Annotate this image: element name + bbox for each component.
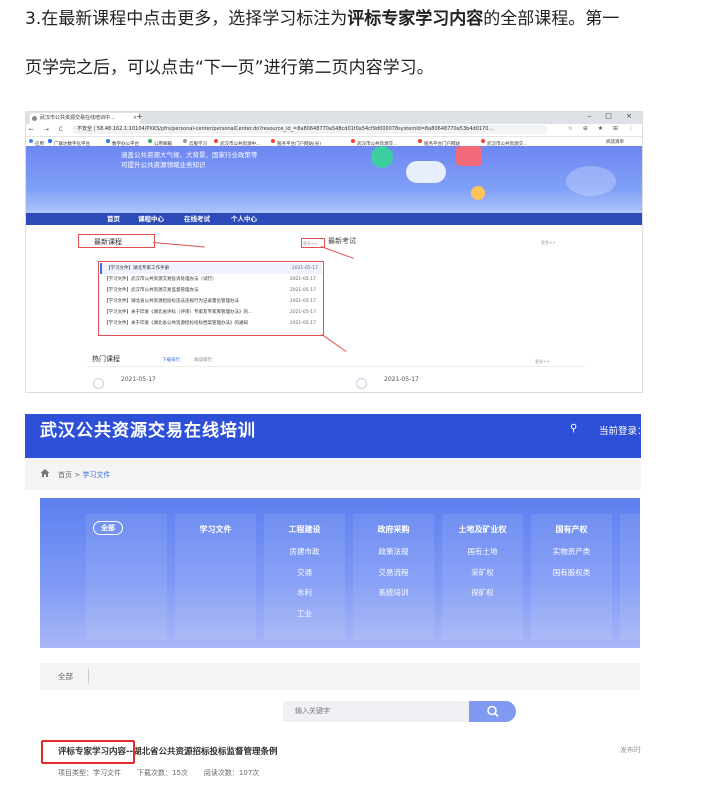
category-panel: 学习文件 工程建设 房建市政 交通 水利 工业 政府采购 政策法规 交易流程 系… — [40, 498, 640, 648]
hot-courses-heading: 热门课程 — [92, 355, 120, 363]
bookmark-item[interactable]: 数字办公平台 — [106, 139, 139, 147]
category-col-study[interactable]: 学习文件 — [175, 514, 256, 640]
hot-date-2: 2021-05-17 — [384, 376, 419, 383]
cloud-icon — [406, 161, 446, 183]
latest-exams-heading: 最新考试 — [328, 237, 356, 245]
tab-downloads[interactable]: 下载排行 — [162, 357, 180, 363]
category-col-land[interactable]: 土地及矿业权 国有土地 采矿权 探矿权 — [442, 514, 523, 640]
key-icon[interactable]: ⚲ — [570, 423, 577, 434]
subcategory-item[interactable]: 交易流程 — [353, 567, 434, 578]
nav-home[interactable]: 首页 — [107, 214, 120, 224]
result-type: 项目类型：学习文件 — [58, 769, 121, 777]
annotation-line — [152, 242, 205, 248]
globe-icon — [32, 116, 37, 121]
nav-exams[interactable]: 在线考试 — [184, 214, 210, 224]
browser-tab-bar: 武汉市公共资源交易在线培训中... × + – □ × — [26, 112, 642, 124]
annotation-line — [320, 246, 354, 259]
instruction-line-2: 页学完之后，可以点击“下一页”进行第二页内容学习。 — [25, 58, 434, 78]
subcategory-item[interactable]: 实物资产类 — [531, 546, 612, 557]
subcategory-item[interactable]: 工业 — [264, 608, 345, 619]
bookmark-item[interactable]: 武汉市公共资源交... — [481, 139, 527, 147]
divider — [88, 669, 89, 684]
banner-text-2: 可提升公共资源领域业务知识 — [121, 161, 206, 169]
bookmark-item[interactable]: 服务平台门户网站 — [418, 139, 460, 147]
filter-bar: 全部 — [40, 663, 640, 690]
home-icon[interactable] — [40, 468, 50, 478]
tab-reads[interactable]: 阅读排行 — [194, 357, 212, 363]
nav-personal[interactable]: 个人中心 — [231, 214, 257, 224]
subcategory-item[interactable]: 水利 — [264, 587, 345, 598]
new-tab-button[interactable]: + — [136, 112, 143, 121]
highlight-text: 评标专家学习内容 — [347, 9, 484, 29]
subcategory-item[interactable]: 国有土地 — [442, 546, 523, 557]
subcategory-item[interactable]: 系统培训 — [353, 587, 434, 598]
site-header: 武汉公共资源交易在线培训 ⚲ 当前登录：刘 — [25, 414, 641, 458]
breadcrumb: 首页 > 学习文件 — [25, 458, 641, 490]
bookmark-item[interactable]: 广联达数字化平台 — [48, 139, 90, 147]
bookmark-item[interactable]: 武汉市公共资源交... — [351, 139, 397, 147]
result-meta: 项目类型：学习文件 下载次数：15次 阅读次数：107次 — [58, 768, 275, 778]
search-icon — [487, 705, 499, 718]
category-col-construction[interactable]: 工程建设 房建市政 交通 水利 工业 — [264, 514, 345, 640]
subcategory-item[interactable]: 采矿权 — [442, 567, 523, 578]
more-link-exams[interactable]: 更多>> — [541, 240, 556, 246]
search-input[interactable]: 输入关键字 — [283, 701, 469, 722]
bookmark-item[interactable]: 武汉市公共资源中... — [214, 139, 260, 147]
bookmark-item[interactable]: 云服学习 — [183, 139, 207, 147]
decor-bubble — [566, 166, 616, 196]
divider — [86, 366, 586, 367]
annotation-line — [321, 334, 347, 353]
category-col-partial — [620, 514, 640, 640]
hot-date-1: 2021-05-17 — [121, 376, 156, 383]
subcategory-item[interactable]: 探矿权 — [442, 587, 523, 598]
green-circle-icon — [371, 146, 393, 168]
bookmark-item[interactable]: 应用 — [29, 139, 44, 147]
instruction-line-1: 3.在最新课程中点击更多，选择学习标注为评标专家学习内容的全部课程。第一 — [25, 9, 620, 29]
address-bar: ← → C ⌂ 不安全 | 58.48.162.1:10104/PXKS/pfr… — [26, 124, 642, 137]
category-col-procurement[interactable]: 政府采购 政策法规 交易流程 系统培训 — [353, 514, 434, 640]
date-circle-icon — [93, 378, 104, 389]
subcategory-item[interactable]: 交通 — [264, 567, 345, 578]
highlight-box-list — [98, 261, 324, 336]
url-field[interactable]: 不安全 | 58.48.162.1:10104/PXKS/pfrs/person… — [72, 125, 547, 134]
hero-banner: 涵盖公共资源大气候、大背景、国家行业政策等 可提升公共资源领域业务知识 — [26, 146, 642, 218]
orange-dot-icon — [471, 186, 485, 200]
result-publish-time: 发布时间 — [620, 746, 641, 754]
main-nav: 首页 课程中心 在线考试 个人中心 — [26, 213, 642, 225]
result-reads: 阅读次数：107次 — [203, 769, 260, 777]
highlight-box-heading — [78, 234, 155, 248]
nav-courses[interactable]: 课程中心 — [138, 214, 164, 224]
banner-text-1: 涵盖公共资源大气候、大背景、国家行业政策等 — [121, 151, 258, 159]
screenshot-homepage: 武汉市公共资源交易在线培训中... × + – □ × ← → C ⌂ 不安全 |… — [25, 111, 643, 393]
category-col-property[interactable]: 国有产权 实物资产类 国有股权类 — [531, 514, 612, 640]
browser-tab[interactable]: 武汉市公共资源交易在线培训中... × — [30, 113, 140, 124]
window-controls[interactable]: – □ × — [588, 112, 638, 120]
filter-all[interactable]: 全部 — [58, 671, 73, 682]
subcategory-item[interactable]: 政策法规 — [353, 546, 434, 557]
reading-list[interactable]: 阅读清单 — [606, 139, 624, 145]
search-button[interactable] — [469, 701, 516, 722]
breadcrumb-home[interactable]: 首页 — [58, 471, 72, 479]
subcategory-item[interactable]: 国有股权类 — [531, 567, 612, 578]
date-circle-icon — [356, 378, 367, 389]
more-link-hot[interactable]: 更多>> — [535, 359, 550, 365]
security-label: 不安全 — [77, 126, 93, 132]
result-downloads: 下载次数：15次 — [137, 769, 188, 777]
url-text: 58.48.162.1:10104/PXKS/pfrs/personal-cen… — [96, 126, 494, 132]
pink-card-icon — [456, 146, 482, 166]
breadcrumb-current: 学习文件 — [82, 471, 111, 479]
site-title: 武汉公共资源交易在线培训 — [40, 421, 256, 441]
bookmark-item[interactable]: 公用邮箱 — [148, 139, 172, 147]
screenshot-learning-files: 武汉公共资源交易在线培训 ⚲ 当前登录：刘 首页 > 学习文件 学习文件 工程建… — [25, 414, 641, 793]
highlight-box-label — [41, 740, 135, 764]
toolbar-icons[interactable]: ☆ ⊕ ★ ⊞ ⋮ — [568, 125, 638, 132]
all-category-button[interactable]: 全部 — [93, 521, 123, 535]
current-user: 当前登录：刘 — [599, 426, 641, 437]
subcategory-item[interactable]: 房建市政 — [264, 546, 345, 557]
bookmark-item[interactable]: 服务平台门户网站(光) — [271, 139, 321, 147]
